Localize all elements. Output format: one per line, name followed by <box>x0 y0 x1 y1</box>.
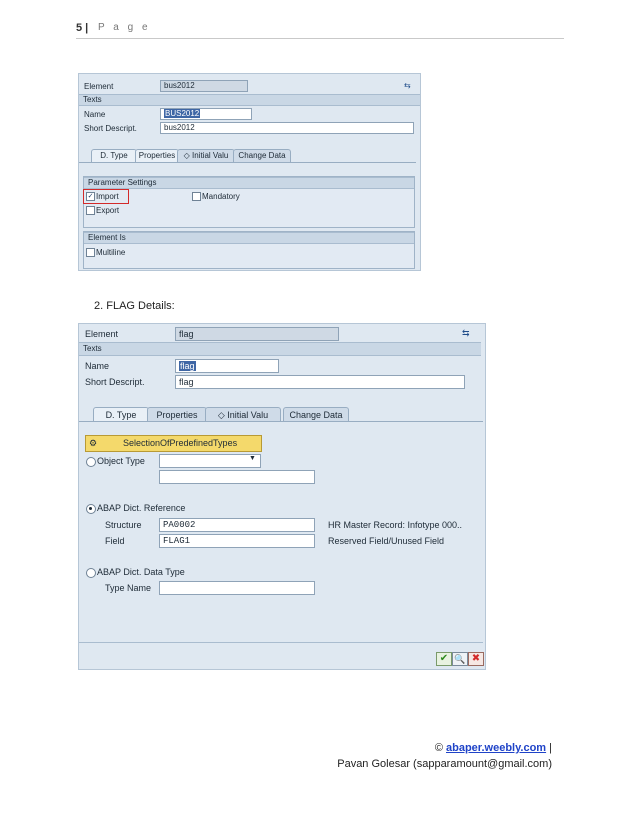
footer-divider <box>79 642 483 643</box>
mandatory-label: Mandatory <box>202 192 240 201</box>
abap-dict-data-type-label: ABAP Dict. Data Type <box>97 567 185 577</box>
object-type-label: Object Type <box>97 456 145 466</box>
short-descript-label: Short Descript. <box>84 124 137 133</box>
expand-icon[interactable]: ⇆ <box>462 328 470 339</box>
multiline-label: Multiline <box>96 248 126 257</box>
predefined-types-button[interactable]: ⚙ SelectionOfPredefinedTypes <box>85 435 262 452</box>
element-field[interactable]: bus2012 <box>160 80 248 92</box>
abap-dict-reference-radio[interactable] <box>86 504 96 514</box>
import-checkbox[interactable]: ✓ <box>86 192 95 201</box>
type-name-field[interactable] <box>159 581 315 595</box>
abap-dict-reference-label: ABAP Dict. Reference <box>97 503 186 513</box>
element-is-header: Element Is <box>84 232 414 244</box>
page-header: 5 | P a g e <box>76 22 564 39</box>
field-description: Reserved Field/Unused Field <box>328 536 445 546</box>
name-field[interactable]: BUS2012 <box>160 108 252 120</box>
footer-separator: | <box>546 742 552 754</box>
tab-properties[interactable]: Properties <box>147 407 207 422</box>
cancel-button[interactable]: ✖ <box>468 652 484 666</box>
structure-value: PA0002 <box>163 520 196 530</box>
tab-d-type[interactable]: D. Type <box>93 407 149 422</box>
check-button[interactable]: 🔍 <box>452 652 468 666</box>
object-type-radio[interactable] <box>86 457 96 467</box>
element-is-group: Element Is <box>83 231 415 269</box>
element-field[interactable]: flag <box>175 327 339 341</box>
element-label: Element <box>84 82 114 91</box>
bus2012-screenshot: Element bus2012 ⇆ Texts Name BUS2012 Sho… <box>78 73 421 271</box>
expand-icon[interactable]: ⇆ <box>404 81 411 90</box>
predefined-types-label: SelectionOfPredefinedTypes <box>123 438 238 448</box>
structure-field[interactable]: PA0002 <box>159 518 315 532</box>
field-field[interactable]: FLAG1 <box>159 534 315 548</box>
confirm-button[interactable]: ✔ <box>436 652 452 666</box>
tab-baseline <box>79 162 416 163</box>
texts-section-header: Texts <box>79 342 481 356</box>
copyright-symbol: © <box>434 742 446 754</box>
object-type-name-field[interactable] <box>159 470 315 484</box>
tab-initial-value[interactable]: ◇ Initial Valu <box>205 407 281 422</box>
name-label: Name <box>85 361 110 371</box>
import-label: Import <box>96 192 119 201</box>
footer-credit: © abaper.weebly.com | <box>435 742 552 754</box>
abap-dict-data-type-radio[interactable] <box>86 568 96 578</box>
page-word: P a g e <box>98 22 151 33</box>
tab-baseline <box>79 421 483 422</box>
short-descript-field[interactable]: flag <box>175 375 465 389</box>
tab-change-data[interactable]: Change Data <box>283 407 349 422</box>
page-number: 5 | <box>76 22 89 34</box>
flag-screenshot: Element flag ⇆ Texts Name flag Short Des… <box>78 323 486 670</box>
multiline-checkbox[interactable] <box>86 248 95 257</box>
predefined-types-icon: ⚙ <box>89 438 98 448</box>
structure-description: HR Master Record: Infotype 000.. <box>328 520 463 530</box>
type-name-label: Type Name <box>105 583 152 593</box>
mandatory-checkbox[interactable] <box>192 192 201 201</box>
dropdown-arrow-icon[interactable]: ▼ <box>249 455 256 462</box>
name-field[interactable]: flag <box>175 359 279 373</box>
short-descript-field[interactable]: bus2012 <box>160 122 414 134</box>
tab-initial-value[interactable]: ◇ Initial Valu <box>177 149 235 162</box>
tab-properties[interactable]: Properties <box>135 149 179 162</box>
name-value: flag <box>179 361 196 371</box>
name-value: BUS2012 <box>164 109 201 118</box>
element-label: Element <box>85 329 119 339</box>
footer-author: Pavan Golesar (sapparamount@gmail.com) <box>337 758 552 770</box>
export-label: Export <box>96 206 120 215</box>
parameter-settings-group: Parameter Settings <box>83 176 415 228</box>
short-descript-label: Short Descript. <box>85 377 145 387</box>
name-label: Name <box>84 110 106 119</box>
tab-d-type[interactable]: D. Type <box>91 149 137 162</box>
structure-label: Structure <box>105 520 142 530</box>
flag-details-heading: 2. FLAG Details: <box>94 300 175 312</box>
parameter-settings-header: Parameter Settings <box>84 177 414 189</box>
tab-change-data[interactable]: Change Data <box>233 149 291 162</box>
website-link[interactable]: abaper.weebly.com <box>446 742 546 754</box>
field-value: FLAG1 <box>163 536 191 546</box>
export-checkbox[interactable] <box>86 206 95 215</box>
texts-section-header: Texts <box>79 94 420 106</box>
field-label: Field <box>105 536 125 546</box>
object-type-dropdown[interactable] <box>159 454 261 468</box>
